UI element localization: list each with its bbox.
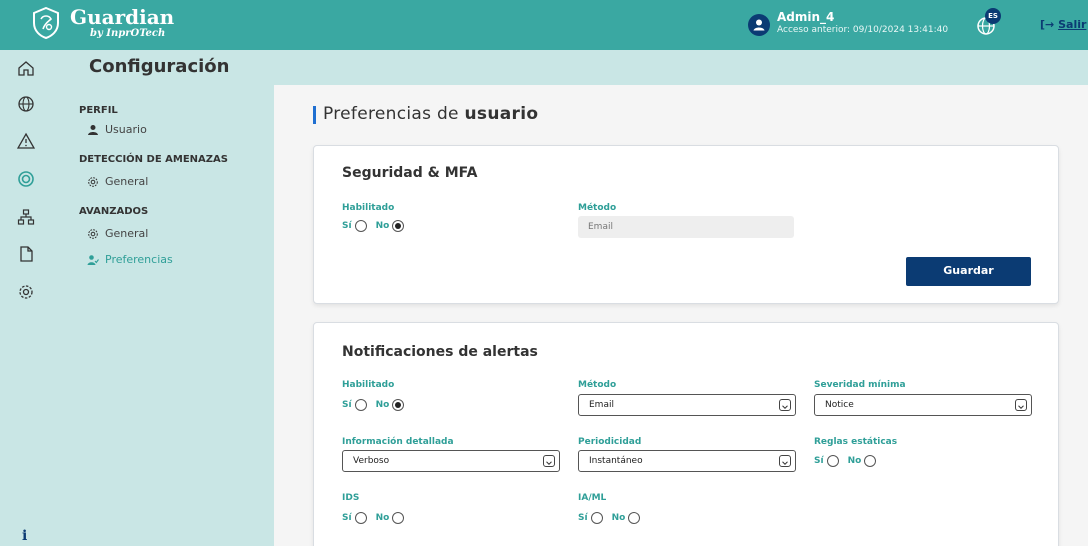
radio-no-label: No [375, 513, 390, 523]
select-value: Email [589, 400, 614, 410]
title-bold: usuario [464, 104, 539, 124]
section-perfil: PERFIL [79, 105, 118, 116]
ids-radio-group: Sí No [342, 512, 413, 524]
iaml-label: IA/ML [578, 493, 607, 503]
radio-no-label: No [611, 513, 626, 523]
gear-icon [88, 228, 98, 239]
radio-si-label: Sí [578, 513, 588, 523]
select-value: Notice [825, 400, 854, 410]
informacion-select[interactable]: Verboso [342, 450, 560, 472]
sidebar-item-label: Usuario [105, 123, 147, 136]
brand-subtitle: by InprOTech [90, 28, 166, 39]
radio-si-label: Sí [342, 513, 352, 523]
home-icon[interactable] [17, 59, 35, 77]
informacion-label: Información detallada [342, 437, 454, 447]
metodo-label: Método [578, 203, 617, 213]
chevron-down-icon [1015, 399, 1027, 411]
reglas-label: Reglas estáticas [814, 437, 898, 447]
radio-no[interactable] [392, 512, 405, 524]
radio-si[interactable] [354, 220, 367, 232]
radio-no[interactable] [864, 455, 877, 467]
network-icon[interactable] [17, 208, 35, 226]
chevron-down-icon [543, 455, 555, 467]
select-value: Verboso [353, 456, 390, 466]
radio-no[interactable] [392, 220, 405, 232]
radio-no[interactable] [628, 512, 641, 524]
metodo-label: Método [578, 380, 617, 390]
section-avanzados: AVANZADOS [79, 206, 149, 217]
card-title: Notificaciones de alertas [342, 344, 538, 360]
sidebar-item-label: General [105, 227, 149, 240]
settings-sidebar: PERFIL Usuario DETECCIÓN DE AMENAZAS Gen… [52, 85, 274, 546]
user-name: Admin_4 [777, 10, 835, 24]
radio-si-label: Sí [342, 221, 352, 231]
title-accent-bar [313, 106, 316, 124]
severidad-select[interactable]: Notice [814, 394, 1032, 416]
ids-label: IDS [342, 493, 360, 503]
gear-icon [88, 176, 98, 187]
sidebar-item-preferencias[interactable]: Preferencias [87, 253, 173, 266]
security-mfa-card: Seguridad & MFA Habilitado Sí No Método … [313, 145, 1059, 304]
metodo-select[interactable]: Email [578, 394, 796, 416]
sidebar-item-avanzados-general[interactable]: General [87, 227, 148, 240]
habilitado-radio-group: Sí No [342, 220, 413, 232]
habilitado-label: Habilitado [342, 380, 395, 390]
logout-link[interactable]: [→ Salir [1040, 18, 1086, 31]
reglas-radio-group: Sí No [814, 455, 885, 467]
select-value: Instantáneo [589, 456, 643, 466]
habilitado-radio-group: Sí No [342, 399, 413, 411]
gear-icon[interactable] [17, 283, 35, 301]
page-header: Configuración [52, 50, 1088, 85]
page-title: Configuración [89, 56, 230, 77]
content-title: Preferencias de usuario [313, 104, 538, 124]
radio-si[interactable] [826, 455, 839, 467]
radio-si-label: Sí [814, 456, 824, 466]
save-button[interactable]: Guardar [906, 257, 1031, 286]
alert-notifications-card: Notificaciones de alertas Habilitado Sí … [313, 322, 1059, 546]
title-prefix: Preferencias de [323, 104, 465, 124]
sidebar-item-usuario[interactable]: Usuario [87, 123, 147, 136]
sidebar-item-label: Preferencias [105, 253, 173, 266]
chevron-down-icon [779, 455, 791, 467]
user-avatar-icon[interactable] [748, 14, 770, 36]
brand: Guardian by InprOTech [70, 6, 174, 39]
severidad-label: Severidad mínima [814, 380, 906, 390]
radar-icon[interactable] [17, 170, 35, 188]
globe-icon[interactable] [17, 95, 35, 113]
logout-icon: [→ [1040, 18, 1055, 31]
radio-si[interactable] [354, 512, 367, 524]
radio-no-label: No [375, 400, 390, 410]
info-icon[interactable]: i [22, 528, 27, 544]
radio-no-label: No [847, 456, 862, 466]
chevron-down-icon [779, 399, 791, 411]
radio-no-label: No [375, 221, 390, 231]
radio-no[interactable] [392, 399, 405, 411]
language-badge[interactable]: ES [985, 8, 1001, 24]
periodicidad-label: Periodicidad [578, 437, 642, 447]
periodicidad-select[interactable]: Instantáneo [578, 450, 796, 472]
top-bar: Guardian by InprOTech Admin_4 Acceso ant… [0, 0, 1088, 50]
warning-icon[interactable] [17, 132, 35, 150]
logout-label: Salir [1058, 18, 1087, 31]
user-info: Admin_4 Acceso anterior: 09/10/2024 13:4… [777, 11, 948, 36]
habilitado-label: Habilitado [342, 203, 395, 213]
last-access: Acceso anterior: 09/10/2024 13:41:40 [777, 25, 949, 35]
card-title: Seguridad & MFA [342, 165, 478, 181]
brand-name: Guardian [70, 5, 175, 29]
metodo-field: Email [578, 216, 794, 238]
shield-logo-icon [33, 7, 59, 39]
user-check-icon [87, 254, 99, 265]
sidebar-item-label: General [105, 175, 149, 188]
radio-si[interactable] [354, 399, 367, 411]
sidebar-item-deteccion-general[interactable]: General [87, 175, 148, 188]
user-icon [88, 124, 98, 135]
radio-si-label: Sí [342, 400, 352, 410]
section-deteccion: DETECCIÓN DE AMENAZAS [79, 154, 228, 165]
iaml-radio-group: Sí No [578, 512, 649, 524]
document-icon[interactable] [17, 245, 35, 263]
radio-si[interactable] [590, 512, 603, 524]
